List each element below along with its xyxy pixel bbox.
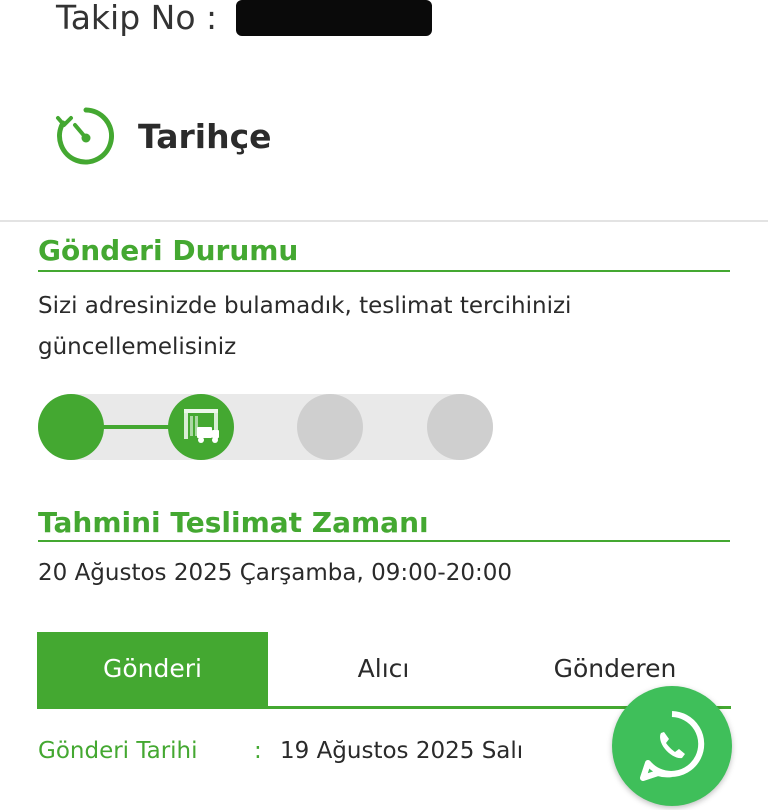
shipment-date-separator: : <box>254 738 262 764</box>
tracking-number-label: Takip No : <box>56 0 218 37</box>
tab-shipment[interactable]: Gönderi <box>37 632 268 706</box>
shipment-status-rule <box>38 270 730 272</box>
whatsapp-button[interactable] <box>612 686 732 806</box>
shipment-date-value: 19 Ağustos 2025 Salı <box>280 738 524 764</box>
header-divider <box>0 220 768 222</box>
progress-connector <box>100 425 170 429</box>
clock-history-icon[interactable] <box>54 104 118 168</box>
estimated-delivery-title: Tahmini Teslimat Zamanı <box>38 506 429 539</box>
shipment-status-message: Sizi adresinizde bulamadık, teslimat ter… <box>38 293 572 360</box>
tracking-number-redacted <box>236 0 432 36</box>
history-title[interactable]: Tarihçe <box>138 117 272 156</box>
progress-step-1 <box>38 394 104 460</box>
whatsapp-icon <box>640 711 705 781</box>
shipment-date-label: Gönderi Tarihi <box>38 738 198 764</box>
estimated-delivery-rule <box>38 540 730 542</box>
shipment-status-title: Gönderi Durumu <box>38 234 299 267</box>
progress-step-3 <box>297 394 363 460</box>
estimated-delivery-value: 20 Ağustos 2025 Çarşamba, 09:00-20:00 <box>38 560 512 586</box>
tab-recipient[interactable]: Alıcı <box>268 632 499 706</box>
progress-step-2 <box>168 394 234 460</box>
progress-step-4 <box>427 394 493 460</box>
warehouse-truck-icon <box>184 409 219 443</box>
